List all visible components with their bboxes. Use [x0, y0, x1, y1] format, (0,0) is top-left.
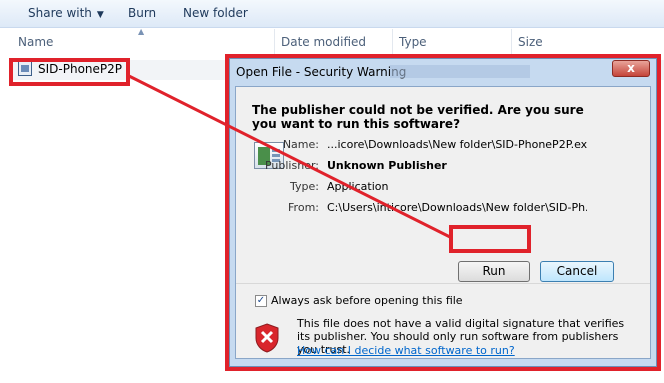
file-highlight-box	[9, 58, 130, 86]
dialog-highlight-box	[225, 54, 661, 371]
run-button-highlight-box	[449, 225, 531, 253]
share-with-button[interactable]: Share with ▼	[28, 6, 104, 20]
sort-ascending-icon: ▲	[138, 27, 145, 36]
column-header-type[interactable]: Type	[393, 29, 512, 55]
chevron-down-icon: ▼	[96, 10, 104, 20]
column-header-date-modified[interactable]: Date modified	[275, 29, 393, 55]
new-folder-button[interactable]: New folder	[183, 6, 248, 20]
explorer-toolbar: Share with ▼ Burn New folder	[0, 0, 664, 28]
column-header-row: Name Date modified Type Size	[0, 29, 664, 55]
burn-button[interactable]: Burn	[128, 6, 156, 20]
share-with-label: Share with	[28, 6, 92, 20]
column-header-size[interactable]: Size	[512, 29, 612, 55]
